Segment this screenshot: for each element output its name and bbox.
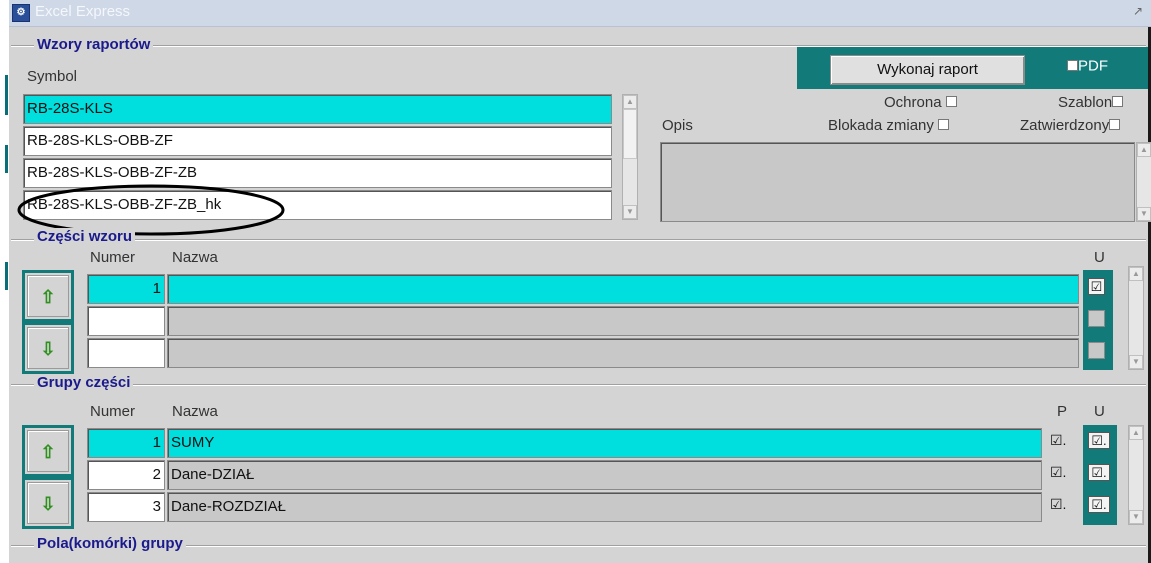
szablon-flag[interactable]: Szablon: [1058, 94, 1124, 112]
move-up-button[interactable]: ⇧: [22, 270, 74, 322]
scroll-up-icon[interactable]: ▲: [1129, 267, 1143, 281]
grupy-u-checkbox[interactable]: ☑.: [1088, 496, 1110, 513]
czesci-row-numer[interactable]: [87, 306, 165, 336]
pdf-option[interactable]: PDF: [1067, 57, 1108, 75]
czesci-row-nazwa[interactable]: [167, 274, 1079, 304]
section-title-wzory: Wzory raportów: [34, 36, 154, 54]
pdf-label: PDF: [1078, 57, 1108, 75]
green-down-arrow-icon: ⇩: [27, 482, 69, 524]
opis-textarea[interactable]: [660, 142, 1135, 222]
grupy-u-header: U: [1094, 403, 1105, 420]
section-title-pola: Pola(komórki) grupy: [34, 535, 186, 553]
section-title-czesci: Części wzoru: [34, 228, 136, 246]
opis-label: Opis: [662, 117, 693, 134]
ochrona-flag[interactable]: Ochrona: [884, 94, 957, 112]
title-bar: ⚙ Excel Express ↗: [9, 0, 1151, 27]
section-title-grupy: Grupy części: [34, 374, 134, 392]
checkmark-icon: ☑: [1090, 279, 1103, 294]
scroll-down-icon[interactable]: ▼: [1129, 510, 1143, 524]
grupy-row-numer[interactable]: 2: [87, 460, 165, 490]
grupy-row-nazwa[interactable]: SUMY: [167, 428, 1042, 458]
grupy-u-checkbox[interactable]: ☑.: [1088, 432, 1110, 449]
scroll-thumb[interactable]: [623, 109, 637, 159]
szablon-label: Szablon: [1058, 94, 1113, 111]
szablon-checkbox[interactable]: [1112, 96, 1124, 107]
section-divider: [11, 239, 1146, 241]
maximize-icon[interactable]: ↗: [1133, 4, 1143, 18]
grupy-p-header: P: [1057, 403, 1068, 420]
ochrona-checkbox[interactable]: [945, 96, 957, 107]
czesci-u-header: U: [1094, 249, 1105, 266]
left-window-strip: [0, 0, 9, 563]
blokada-flag[interactable]: Blokada zmiany: [828, 117, 950, 135]
ochrona-label: Ochrona: [884, 94, 942, 111]
czesci-u-checkbox[interactable]: ☑: [1088, 278, 1105, 295]
grupy-p-checkbox[interactable]: ☑.: [1050, 464, 1066, 481]
czesci-u-checkbox[interactable]: [1088, 342, 1105, 359]
symbol-label: Symbol: [27, 68, 78, 85]
strip-marker: [5, 262, 8, 290]
move-down-button[interactable]: ⇩: [22, 322, 74, 374]
grupy-p-checkbox[interactable]: ☑.: [1050, 432, 1066, 449]
czesci-row-numer[interactable]: 1: [87, 274, 165, 304]
czesci-row-nazwa[interactable]: [167, 338, 1079, 368]
czesci-numer-header: Numer: [90, 249, 136, 266]
checkmark-icon: ☑.: [1091, 497, 1107, 512]
template-item[interactable]: RB-28S-KLS-OBB-ZF: [23, 126, 612, 156]
czesci-nazwa-header: Nazwa: [172, 249, 218, 266]
scroll-down-icon[interactable]: ▼: [1137, 207, 1151, 221]
scroll-down-icon[interactable]: ▼: [623, 205, 637, 219]
strip-marker: [5, 145, 8, 173]
grupy-scrollbar[interactable]: ▲ ▼: [1128, 425, 1144, 525]
strip-marker: [5, 75, 8, 115]
czesci-scrollbar[interactable]: ▲ ▼: [1128, 266, 1144, 370]
green-up-arrow-icon: ⇧: [27, 430, 69, 472]
czesci-row-nazwa[interactable]: [167, 306, 1079, 336]
grupy-row-nazwa[interactable]: Dane-DZIAŁ: [167, 460, 1042, 490]
scroll-up-icon[interactable]: ▲: [623, 95, 637, 109]
checkmark-icon: ☑.: [1091, 433, 1107, 448]
move-down-button[interactable]: ⇩: [22, 477, 74, 529]
window-title: Excel Express: [35, 3, 131, 20]
blokada-checkbox[interactable]: [938, 119, 950, 130]
grupy-row-numer[interactable]: 1: [87, 428, 165, 458]
checkmark-icon: ☑.: [1091, 465, 1107, 480]
green-down-arrow-icon: ⇩: [27, 327, 69, 369]
scroll-up-icon[interactable]: ▲: [1137, 143, 1151, 157]
czesci-row-numer[interactable]: [87, 338, 165, 368]
scroll-down-icon[interactable]: ▼: [1129, 355, 1143, 369]
grupy-row-nazwa[interactable]: Dane-ROZDZIAŁ: [167, 492, 1042, 522]
grupy-u-checkbox[interactable]: ☑.: [1088, 464, 1110, 481]
pdf-checkbox[interactable]: [1067, 60, 1078, 72]
zatwierdzony-label: Zatwierdzony: [1020, 117, 1110, 134]
section-divider: [11, 384, 1146, 386]
scroll-up-icon[interactable]: ▲: [1129, 426, 1143, 440]
czesci-u-checkbox[interactable]: [1088, 310, 1105, 327]
template-item[interactable]: RB-28S-KLS: [23, 94, 612, 124]
grupy-numer-header: Numer: [90, 403, 136, 420]
move-up-button[interactable]: ⇧: [22, 425, 74, 477]
grupy-p-checkbox[interactable]: ☑.: [1050, 496, 1066, 513]
run-report-button[interactable]: Wykonaj raport: [830, 55, 1025, 85]
zatwierdzony-flag[interactable]: Zatwierdzony: [1020, 117, 1121, 135]
zatwierdzony-checkbox[interactable]: [1109, 119, 1121, 130]
blokada-label: Blokada zmiany: [828, 117, 934, 134]
app-icon: ⚙: [12, 4, 30, 22]
opis-scrollbar[interactable]: ▲ ▼: [1136, 142, 1151, 222]
grupy-nazwa-header: Nazwa: [172, 403, 218, 420]
template-list-scrollbar[interactable]: ▲ ▼: [622, 94, 638, 220]
green-up-arrow-icon: ⇧: [27, 275, 69, 317]
grupy-row-numer[interactable]: 3: [87, 492, 165, 522]
